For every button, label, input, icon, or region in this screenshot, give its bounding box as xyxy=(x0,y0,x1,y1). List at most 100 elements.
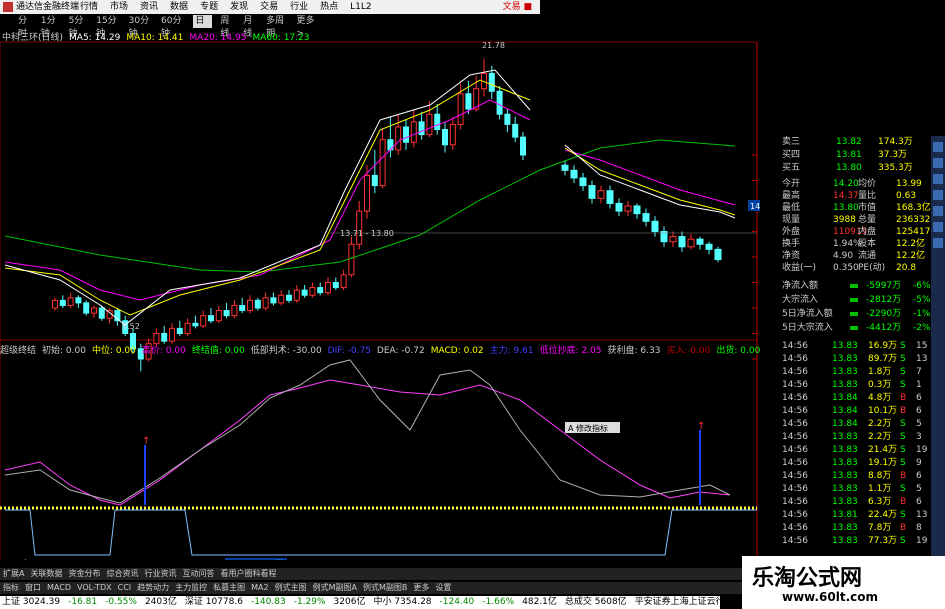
bottom-tab[interactable]: 资金分布 xyxy=(68,568,100,580)
tool-icon[interactable] xyxy=(933,222,943,232)
bottom-tab[interactable]: 互动问答 xyxy=(182,568,214,580)
tick-row: 14:56 13.83 7.8万 B 8 xyxy=(758,522,931,535)
tick-side: S xyxy=(900,419,906,429)
tool-icon[interactable] xyxy=(933,190,943,200)
kline-chart[interactable]: 18.0017.0016.0015.0014.0013.0012.0011.00… xyxy=(0,0,760,560)
candle-body xyxy=(606,190,614,204)
candle-body xyxy=(426,113,433,136)
tick-time: 14:56 xyxy=(782,445,808,455)
month-label: 5 xyxy=(145,559,150,560)
candle-body xyxy=(348,243,355,276)
tool-icon[interactable] xyxy=(933,206,943,216)
ma10-line xyxy=(4,79,531,316)
cyan-step-line xyxy=(5,509,757,556)
status-item: 2403亿 xyxy=(144,597,177,607)
flow-bar xyxy=(850,312,858,316)
bottom-tab[interactable]: 行业资讯 xyxy=(144,568,176,580)
tick-count: 19 xyxy=(916,536,928,546)
tick-price: 13.83 xyxy=(832,497,858,507)
right-toolbar[interactable] xyxy=(931,136,945,556)
candle-body xyxy=(223,310,230,317)
tick-time: 14:56 xyxy=(782,484,808,494)
candle-body xyxy=(410,121,417,143)
tick-time: 14:56 xyxy=(782,380,808,390)
candle-body xyxy=(395,126,402,151)
year-label: 2022年 xyxy=(3,558,31,560)
quote-volume: 335.3万 xyxy=(878,163,913,173)
tool-icon[interactable] xyxy=(933,174,943,184)
indicator-tab[interactable]: CCI xyxy=(118,582,132,594)
indicator-value: 主力: 9.61 xyxy=(489,346,534,356)
month-label: 6 xyxy=(370,559,375,560)
indicator-value: MACD: 0.02 xyxy=(430,346,484,356)
indicator-tab[interactable]: 指标 xyxy=(3,582,19,594)
quote-panel: 卖三 13.82 174.3万 买四 13.81 37.3万 买五 13.80 335.3万 今开… xyxy=(758,136,931,551)
tick-side: S xyxy=(900,354,906,364)
candle-body xyxy=(379,139,386,187)
tick-count: 5 xyxy=(916,419,922,429)
tick-row: 14:56 13.83 21.4万 S 19 xyxy=(758,444,931,457)
candle-body xyxy=(705,243,713,250)
candle-body xyxy=(215,310,222,322)
flow-bar xyxy=(850,284,858,288)
tick-side: S xyxy=(900,510,906,520)
indicator-tab[interactable]: 例式M副图A xyxy=(313,582,357,594)
indicator-tab[interactable]: MA2 xyxy=(251,582,268,594)
flow-row: 净流入额 -5997万 -6% xyxy=(758,280,931,293)
trading-terminal: 通达信金融终端 文易 ■ 行情 市场 资讯 数据 专题 发现 交易 行业 热点 L1L2 分时 1分… xyxy=(0,0,945,609)
flow-label: 5日净流入额 xyxy=(782,309,833,319)
indicator-tab[interactable]: 主力监控 xyxy=(175,582,207,594)
tick-side: S xyxy=(900,341,906,351)
tool-icon[interactable] xyxy=(933,158,943,168)
candle-body xyxy=(457,93,464,125)
tool-icon[interactable] xyxy=(933,142,943,152)
tick-price: 13.83 xyxy=(832,367,858,377)
indicator-tab[interactable]: 趋势动力 xyxy=(137,582,169,594)
candle-body xyxy=(176,327,183,334)
tick-time: 14:56 xyxy=(782,367,808,377)
stat-label: PE(动) xyxy=(858,263,886,273)
tick-row: 14:56 13.83 6.3万 B 6 xyxy=(758,496,931,509)
quote-row: 买五 13.80 335.3万 xyxy=(758,162,931,175)
tick-price: 13.83 xyxy=(832,445,858,455)
tick-count: 15 xyxy=(916,341,928,351)
tool-icon[interactable] xyxy=(933,238,943,248)
tick-price: 13.84 xyxy=(832,419,858,429)
tick-time: 14:56 xyxy=(782,523,808,533)
bottom-tab[interactable]: 关联数据 xyxy=(30,568,62,580)
flow-pct: -1% xyxy=(913,309,931,319)
candle-body xyxy=(169,327,175,342)
candle-body xyxy=(59,299,66,306)
flow-pct: -6% xyxy=(913,281,931,291)
indicator-tab[interactable]: 设置 xyxy=(435,582,451,594)
bottom-tab[interactable]: 综合资讯 xyxy=(106,568,138,580)
indicator-tab[interactable]: 例式M副图B xyxy=(363,582,407,594)
status-bar: 上证 3024.39 -16.81 -0.55% 2403亿 深证 10778.6 -14… xyxy=(0,596,734,609)
quote-label: 卖三 xyxy=(782,137,801,147)
tooltip-text: A 修改指标 xyxy=(568,423,608,433)
candle-body xyxy=(98,307,105,319)
candle-body xyxy=(615,202,623,212)
tick-side: S xyxy=(900,484,906,494)
tick-side: S xyxy=(900,367,906,377)
high-label: 21.78 xyxy=(482,41,505,50)
indicator-tab[interactable]: 例式主图 xyxy=(275,582,307,594)
candle-body xyxy=(642,213,650,222)
indicator-tab[interactable]: 更多 xyxy=(413,582,429,594)
candle-body xyxy=(293,289,300,301)
indicator-tab[interactable]: 窗口 xyxy=(25,582,41,594)
quote-label: 买四 xyxy=(782,150,801,160)
status-item: 平安证券上海上证云行情 xyxy=(634,597,734,607)
tick-row: 14:56 13.84 4.8万 B 6 xyxy=(758,392,931,405)
bottom-tab[interactable]: 看用户圈科看程 xyxy=(220,568,276,580)
tick-count: 13 xyxy=(916,354,928,364)
status-item: 482.1亿 xyxy=(522,597,557,607)
indicator-tab[interactable]: MACD xyxy=(47,582,71,594)
tick-count: 6 xyxy=(916,471,922,481)
bottom-tab[interactable]: 扩展A xyxy=(3,568,24,580)
tick-volume: 4.8万 xyxy=(868,393,892,403)
tick-volume: 1.8万 xyxy=(868,367,892,377)
indicator-tab[interactable]: VOL-TDX xyxy=(77,582,112,594)
quote-price: 13.80 xyxy=(836,163,862,173)
indicator-tab[interactable]: 私募主图 xyxy=(213,582,245,594)
